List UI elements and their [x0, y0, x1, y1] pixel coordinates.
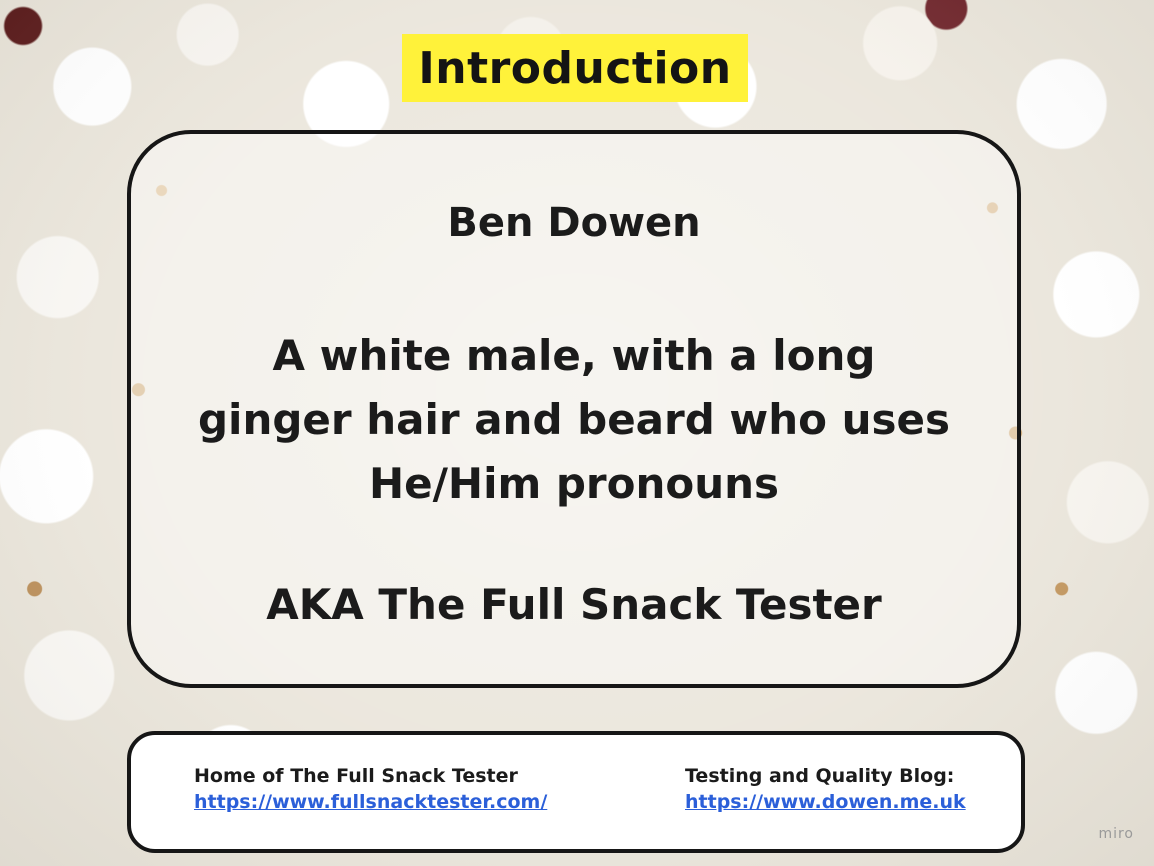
blog-link-label: Testing and Quality Blog: — [685, 765, 955, 787]
page-title: Introduction — [418, 42, 732, 94]
blog-link[interactable]: https://www.dowen.me.uk — [685, 791, 966, 813]
blog-link-block: Testing and Quality Blog: https://www.do… — [685, 765, 966, 813]
speaker-alias: AKA The Full Snack Tester — [266, 580, 882, 629]
miro-watermark: miro — [1098, 826, 1134, 842]
speaker-name: Ben Dowen — [447, 200, 701, 246]
home-link-block: Home of The Full Snack Tester https://ww… — [194, 765, 547, 813]
home-link-label: Home of The Full Snack Tester — [194, 765, 518, 787]
intro-card: Ben Dowen A white male, with a long ging… — [127, 130, 1021, 688]
title-banner: Introduction — [402, 34, 748, 102]
home-link[interactable]: https://www.fullsnacktester.com/ — [194, 791, 547, 813]
speaker-description: A white male, with a long ginger hair an… — [197, 331, 950, 508]
links-card: Home of The Full Snack Tester https://ww… — [127, 731, 1025, 853]
